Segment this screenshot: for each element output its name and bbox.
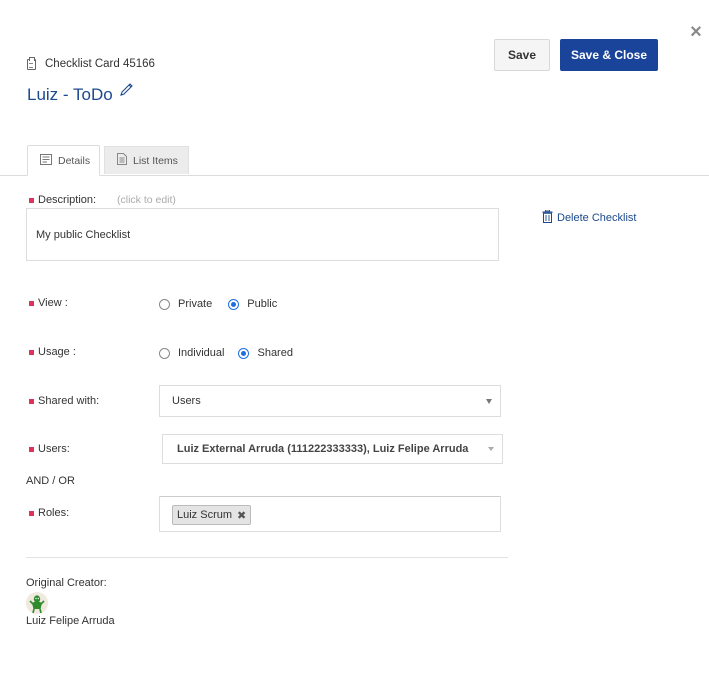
delete-checklist-label: Delete Checklist: [557, 212, 637, 224]
avatar: [26, 592, 48, 614]
usage-individual-label: Individual: [178, 347, 225, 359]
view-public-radio[interactable]: [228, 298, 240, 310]
users-label: Users:: [29, 442, 70, 456]
creator-name: Luiz Felipe Arruda: [26, 615, 115, 627]
users-label-text: Users:: [38, 443, 70, 455]
pencil-icon[interactable]: [119, 82, 135, 102]
card-id-label: Checklist Card 45166: [27, 56, 155, 71]
role-chip-label: Luiz Scrum: [177, 509, 233, 521]
shared-with-label: Shared with:: [29, 394, 99, 408]
roles-input[interactable]: Luiz Scrum ✖: [159, 496, 501, 532]
view-radio-group: Private Public: [159, 297, 277, 311]
usage-shared-radio[interactable]: [238, 347, 250, 359]
view-private-radio[interactable]: [159, 298, 170, 310]
page-title: Luiz - ToDo: [27, 82, 135, 106]
usage-individual-radio[interactable]: [159, 347, 170, 359]
required-marker: [29, 398, 34, 404]
save-close-button[interactable]: Save & Close: [560, 39, 658, 71]
chevron-down-icon: [488, 447, 494, 451]
view-label: View :: [29, 296, 68, 310]
close-icon[interactable]: ×: [687, 22, 705, 42]
title-text: Luiz - ToDo: [27, 85, 113, 104]
description-label: Description:: [29, 193, 96, 207]
trash-icon: [542, 209, 557, 226]
clipboard-icon: [27, 56, 36, 70]
list-document-icon: [117, 153, 127, 168]
remove-chip-icon[interactable]: ✖: [237, 509, 246, 522]
chevron-down-icon: [486, 399, 492, 404]
users-value: Luiz External Arruda (111222333333), Lui…: [177, 443, 469, 455]
tabs-divider: [0, 175, 709, 176]
roles-label-text: Roles:: [38, 507, 70, 519]
and-or-label: AND / OR: [26, 475, 75, 487]
usage-label: Usage :: [29, 345, 76, 359]
required-marker: [29, 446, 34, 452]
view-private-label: Private: [178, 298, 213, 310]
tab-list-items[interactable]: List Items: [104, 146, 189, 174]
required-marker: [29, 197, 34, 203]
document-icon: [40, 153, 52, 168]
users-select[interactable]: Luiz External Arruda (111222333333), Lui…: [162, 434, 503, 464]
usage-shared-label: Shared: [257, 347, 293, 359]
shared-with-value: Users: [172, 395, 201, 407]
original-creator-label: Original Creator:: [26, 577, 107, 589]
description-hint: (click to edit): [117, 194, 176, 206]
shared-with-select[interactable]: Users: [159, 385, 501, 417]
description-label-text: Description:: [38, 194, 97, 206]
view-label-text: View :: [38, 297, 68, 309]
description-field[interactable]: My public Checklist: [26, 208, 499, 261]
roles-label: Roles:: [29, 506, 69, 520]
usage-label-text: Usage :: [38, 346, 76, 358]
tab-details-label: Details: [58, 154, 91, 167]
role-chip: Luiz Scrum ✖: [172, 505, 252, 525]
view-public-label: Public: [247, 298, 278, 310]
shared-with-label-text: Shared with:: [38, 395, 100, 407]
card-id-text: Checklist Card 45166: [45, 58, 155, 70]
section-divider: [26, 557, 508, 558]
required-marker: [29, 510, 34, 516]
usage-radio-group: Individual Shared: [159, 346, 293, 360]
delete-checklist-link[interactable]: Delete Checklist: [542, 209, 637, 226]
required-marker: [29, 300, 34, 306]
save-button[interactable]: Save: [494, 39, 550, 71]
tab-list-items-label: List Items: [133, 154, 178, 167]
tab-details[interactable]: Details: [27, 145, 100, 176]
required-marker: [29, 349, 34, 355]
